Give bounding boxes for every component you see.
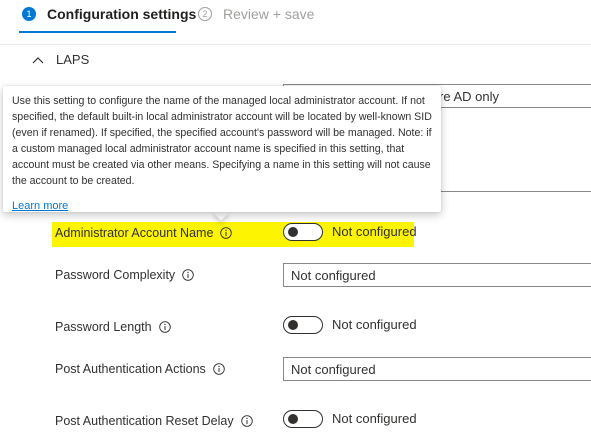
post-authentication-actions-dropdown[interactable]: Not configured — [283, 357, 591, 381]
info-tooltip: Use this setting to configure the name o… — [3, 86, 441, 212]
info-icon[interactable] — [158, 321, 171, 333]
administrator-account-name-toggle[interactable] — [283, 223, 323, 241]
toggle-knob — [288, 320, 298, 330]
step-label: Configuration settings — [47, 6, 197, 22]
info-icon[interactable] — [220, 227, 233, 239]
post-authentication-reset-delay-toggle[interactable] — [283, 410, 323, 428]
step-label: Review + save — [223, 6, 315, 22]
section-title: LAPS — [56, 52, 90, 67]
toggle-status-text: Not configured — [332, 411, 417, 426]
password-complexity-dropdown[interactable]: Not configured — [283, 263, 591, 287]
setting-label-administrator-account-name: Administrator Account Name — [55, 226, 233, 240]
setting-label-post-authentication-actions: Post Authentication Actions — [55, 362, 225, 376]
setting-label: Password Length — [55, 320, 152, 334]
setting-label: Post Authentication Reset Delay — [55, 414, 234, 428]
info-icon[interactable] — [240, 415, 253, 427]
chevron-up-icon — [32, 56, 44, 64]
step-review-save[interactable]: 2 Review + save — [198, 6, 314, 22]
section-header-laps[interactable]: LAPS — [32, 52, 89, 67]
setting-label-password-length: Password Length — [55, 320, 171, 334]
step-configuration-settings[interactable]: 1 Configuration settings — [22, 6, 196, 22]
setting-label: Post Authentication Actions — [55, 362, 206, 376]
dropdown-value: Not configured — [291, 268, 376, 283]
setting-label: Administrator Account Name — [55, 226, 214, 240]
toggle-status-text: Not configured — [332, 317, 417, 332]
step-number-badge: 2 — [198, 7, 212, 21]
active-step-underline — [19, 31, 176, 33]
dropdown-value: Not configured — [291, 362, 376, 377]
tooltip-text: Use this setting to configure the name o… — [12, 95, 432, 187]
password-length-toggle[interactable] — [283, 316, 323, 334]
info-icon[interactable] — [213, 363, 225, 375]
wizard-steps: 1 Configuration settings 2 Review + save — [0, 0, 591, 40]
toggle-knob — [288, 227, 298, 237]
header-divider — [0, 44, 591, 45]
toggle-knob — [288, 414, 298, 424]
setting-label: Password Complexity — [55, 268, 176, 282]
toggle-status-text: Not configured — [332, 224, 417, 239]
setting-label-post-authentication-reset-delay: Post Authentication Reset Delay — [55, 414, 253, 428]
dropdown-value: re AD only — [439, 89, 499, 104]
info-icon[interactable] — [182, 269, 194, 281]
learn-more-link[interactable]: Learn more — [12, 200, 68, 212]
setting-label-password-complexity: Password Complexity — [55, 268, 194, 282]
step-number-badge: 1 — [22, 7, 36, 21]
